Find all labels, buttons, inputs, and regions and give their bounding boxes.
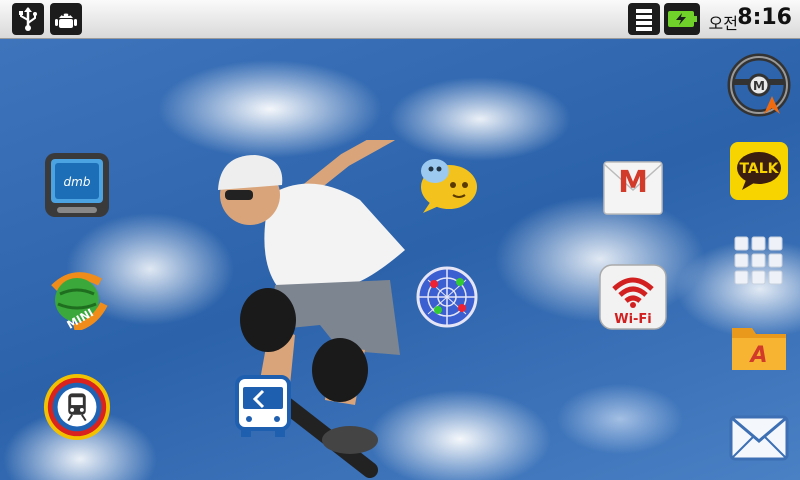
dmb-tv-icon: dmb bbox=[45, 153, 109, 217]
envelope-icon bbox=[729, 415, 789, 461]
kakaotalk-icon: TALK bbox=[730, 142, 788, 200]
status-bar[interactable]: 오전 8:16 bbox=[0, 0, 800, 39]
bus-app[interactable] bbox=[228, 372, 298, 442]
steering-wheel-icon: M bbox=[727, 53, 791, 117]
usb-icon bbox=[12, 3, 44, 35]
battery-charging-icon bbox=[664, 3, 700, 35]
subway-app[interactable] bbox=[42, 372, 112, 442]
folder-icon: A bbox=[732, 328, 786, 370]
navigation-app[interactable]: M bbox=[724, 50, 794, 120]
file-manager-label: A bbox=[748, 343, 767, 368]
radar-icon bbox=[416, 266, 478, 328]
gmail-app[interactable]: M bbox=[598, 150, 668, 220]
clock-ampm: 오전 bbox=[708, 14, 738, 33]
svg-text:dmb: dmb bbox=[64, 175, 91, 189]
kakaotalk-app[interactable]: TALK bbox=[724, 136, 794, 206]
wifi-app[interactable]: Wi-Fi bbox=[598, 262, 668, 332]
chat-bubble-app[interactable] bbox=[412, 150, 482, 220]
gmail-icon: M bbox=[603, 161, 663, 215]
kakaotalk-label: TALK bbox=[739, 161, 779, 177]
wifi-app-icon: Wi-Fi bbox=[599, 264, 667, 330]
app-drawer-grid-icon bbox=[734, 236, 783, 285]
email-app[interactable] bbox=[724, 402, 794, 472]
bus-icon bbox=[235, 375, 291, 437]
subway-icon bbox=[43, 373, 111, 441]
navigation-label: M bbox=[753, 79, 765, 93]
android-debug-icon bbox=[50, 3, 82, 35]
chat-bubble-icon bbox=[421, 159, 477, 213]
wifi-icon bbox=[628, 3, 660, 35]
radar-app[interactable] bbox=[412, 262, 482, 332]
clock-time: 8:16 bbox=[737, 5, 792, 30]
file-manager-app[interactable]: A bbox=[724, 310, 794, 380]
wifi-label: Wi-Fi bbox=[614, 312, 652, 327]
gmail-label: M bbox=[618, 165, 648, 200]
dmb-tv-app[interactable]: dmb bbox=[42, 150, 112, 220]
mini-app[interactable]: MINI bbox=[42, 262, 112, 332]
app-drawer[interactable] bbox=[724, 226, 794, 296]
mini-globe-icon: MINI bbox=[51, 272, 108, 330]
